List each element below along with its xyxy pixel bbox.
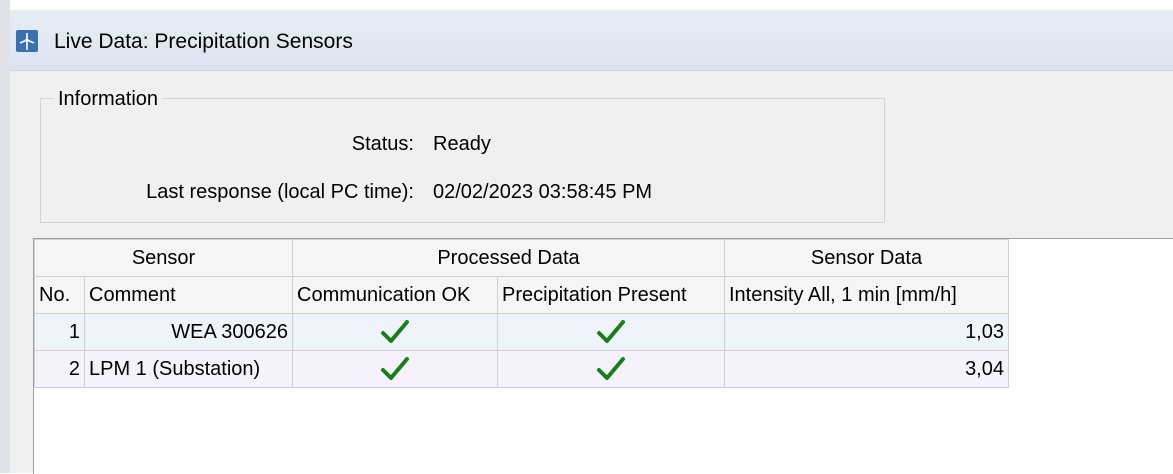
communication-ok-cell[interactable] [292, 350, 498, 388]
wind-turbine-icon [16, 30, 38, 52]
last-response-value: 02/02/2023 03:58:45 PM [433, 181, 653, 203]
row-comment[interactable]: LPM 1 (Substation) [84, 350, 293, 388]
column-header-row: No. Comment Communication OK Precipitati… [34, 276, 1009, 314]
last-response-label: Last response (local PC time): [146, 181, 414, 203]
checkmark-icon [380, 320, 410, 343]
group-header-row: Sensor Processed Data Sensor Data [34, 239, 1009, 277]
row-number[interactable]: 1 [34, 313, 85, 351]
precipitation-present-cell[interactable] [497, 350, 725, 388]
column-header-precipitation-present[interactable]: Precipitation Present [497, 276, 725, 314]
group-header-sensor-data[interactable]: Sensor Data [724, 239, 1009, 277]
group-header-sensor[interactable]: Sensor [34, 239, 293, 277]
column-header-comment[interactable]: Comment [84, 276, 293, 314]
row-number[interactable]: 2 [34, 350, 85, 388]
group-header-processed-data[interactable]: Processed Data [292, 239, 725, 277]
row-comment[interactable]: WEA 300626 [84, 313, 293, 351]
window-title: Live Data: Precipitation Sensors [54, 30, 353, 53]
column-header-intensity[interactable]: Intensity All, 1 min [mm/h] [724, 276, 1009, 314]
information-group [40, 98, 885, 223]
checkmark-icon [596, 357, 626, 380]
information-group-title: Information [54, 88, 163, 110]
column-header-no[interactable]: No. [34, 276, 85, 314]
column-header-communication-ok[interactable]: Communication OK [292, 276, 498, 314]
table-row[interactable]: 1 WEA 300626 1,03 [34, 313, 1009, 351]
intensity-value[interactable]: 3,04 [724, 350, 1009, 388]
table-row[interactable]: 2 LPM 1 (Substation) 3,04 [34, 350, 1009, 388]
checkmark-icon [596, 320, 626, 343]
status-value: Ready [433, 133, 491, 155]
checkmark-icon [380, 357, 410, 380]
status-label: Status: [351, 133, 414, 155]
live-data-window: Live Data: Precipitation Sensors Informa… [0, 0, 1173, 474]
communication-ok-cell[interactable] [292, 313, 498, 351]
window-edge [0, 0, 10, 473]
precipitation-present-cell[interactable] [497, 313, 725, 351]
intensity-value[interactable]: 1,03 [724, 313, 1009, 351]
sensor-table[interactable]: Sensor Processed Data Sensor Data No. Co… [34, 239, 1009, 388]
